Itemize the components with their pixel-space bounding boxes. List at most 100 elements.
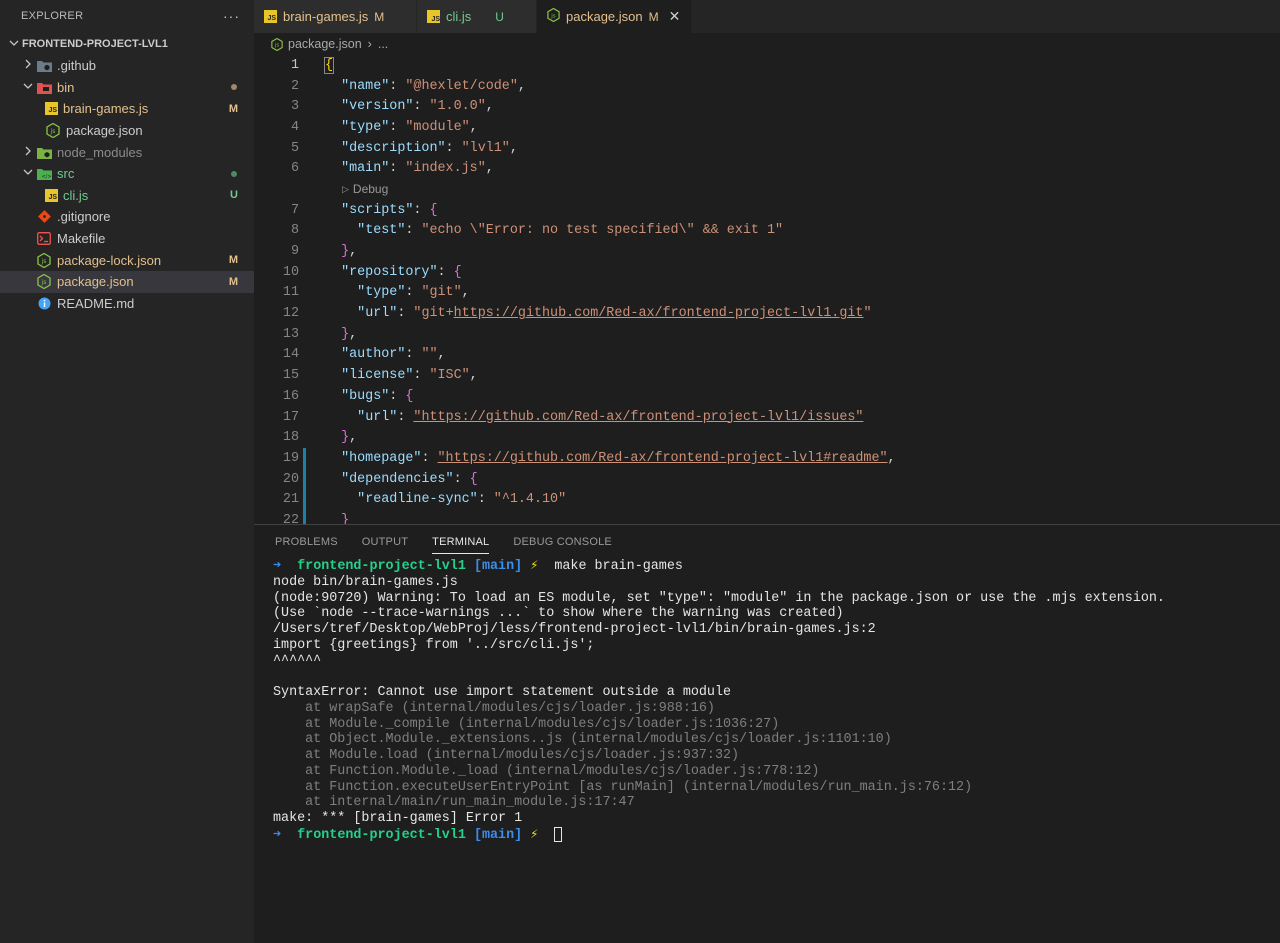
tree-item-package-json[interactable]: js package.json M xyxy=(0,270,254,293)
terminal-output-line: import {greetings} from '../src/cli.js'; xyxy=(273,637,595,653)
json-key: "homepage" xyxy=(341,450,422,466)
stack-trace-line: at wrapSafe (internal/modules/cjs/loader… xyxy=(273,700,715,716)
line-number: 4 xyxy=(290,119,299,135)
breadcrumb-file[interactable]: package.json xyxy=(288,37,362,51)
terminal-prompt-line: ➜ frontend-project-lvl1 [main] ⚡ xyxy=(273,826,1280,843)
modified-dot xyxy=(231,84,237,91)
svg-text:</>: </> xyxy=(41,174,51,180)
code-line: 11 "type": "git", xyxy=(254,283,1280,304)
git-status-badge: M xyxy=(228,254,238,267)
terminal-output-line: /Users/tref/Desktop/WebProj/less/fronten… xyxy=(273,622,876,637)
tab-status: M xyxy=(374,9,385,24)
close-icon[interactable]: ✕ xyxy=(669,8,681,25)
tree-item-label: package.json xyxy=(57,274,134,290)
line-number: 9 xyxy=(290,244,299,260)
json-value: "echo \"Error: no test specified\" && ex… xyxy=(421,223,784,239)
tree-item-label: .github xyxy=(57,58,97,74)
breadcrumb-symbols[interactable]: ... xyxy=(378,37,388,51)
json-key: "url" xyxy=(357,306,398,322)
tab-cli-js[interactable]: JS cli.js U xyxy=(417,0,537,33)
line-number: 1 xyxy=(290,57,299,73)
tab-brain-games-js[interactable]: JS brain-games.js M xyxy=(254,0,417,33)
tree-item-label: Makefile xyxy=(57,231,106,247)
json-key: "author" xyxy=(341,347,406,363)
json-key: "main" xyxy=(341,161,390,177)
code-line: 1 { xyxy=(254,55,1280,76)
tab-terminal[interactable]: TERMINAL xyxy=(432,525,490,559)
chevron-down-icon xyxy=(20,167,36,180)
line-number: 15 xyxy=(282,368,299,384)
tree-item-brain-games-js[interactable]: JS brain-games.js M xyxy=(0,98,254,120)
stack-trace-line: at Object.Module._extensions..js (intern… xyxy=(273,732,892,748)
tree-item-github[interactable]: .github xyxy=(0,55,254,77)
tab-problems[interactable]: PROBLEMS xyxy=(275,525,338,559)
tree-item-label: node_modules xyxy=(57,144,143,160)
terminal-output-line: ^^^^^^ xyxy=(273,653,322,669)
json-key: "scripts" xyxy=(341,202,414,218)
tree-item-src[interactable]: </> src xyxy=(0,163,254,185)
code-line: 14 "author": "", xyxy=(254,345,1280,366)
info-icon xyxy=(36,295,52,311)
line-number: 6 xyxy=(290,161,299,177)
tab-label: cli.js xyxy=(446,9,472,24)
json-value: "1.0.0" xyxy=(429,99,486,115)
bolt-icon: ⚡ xyxy=(530,559,539,574)
url-link[interactable]: "https://github.com/Red-ax/frontend-proj… xyxy=(413,410,863,425)
chevron-right-icon xyxy=(20,146,36,159)
tree-item-bin[interactable]: bin xyxy=(0,77,254,99)
tree-item-makefile[interactable]: Makefile xyxy=(0,228,254,250)
code-line: 4 "type": "module", xyxy=(254,117,1280,138)
svg-text:js: js xyxy=(274,42,279,48)
code-line: 3 "version": "1.0.0", xyxy=(254,96,1280,117)
terminal-output-line: (node:90720) Warning: To load an ES modu… xyxy=(273,590,1165,606)
code-editor[interactable]: 1 { 2 "name": "@hexlet/code", 3 "version… xyxy=(254,55,1280,524)
line-number: 13 xyxy=(282,326,299,342)
nodejs-json-icon: js xyxy=(271,37,283,51)
svg-text:js: js xyxy=(50,128,56,135)
json-value: "" xyxy=(421,347,438,363)
code-line: 9 }, xyxy=(254,241,1280,262)
tree-item-cli-js[interactable]: JS cli.js U xyxy=(0,185,254,207)
tree-item-gitignore[interactable]: .gitignore xyxy=(0,206,254,228)
tree-item-package-lock-json[interactable]: js package-lock.json M xyxy=(0,249,254,271)
line-number: 21 xyxy=(282,492,299,508)
chevron-down-icon xyxy=(6,38,22,51)
more-actions-icon[interactable]: ··· xyxy=(223,8,240,24)
json-key: "dependencies" xyxy=(341,471,454,487)
line-number: 7 xyxy=(290,202,299,218)
tab-package-json[interactable]: js package.json M ✕ xyxy=(537,0,692,33)
code-line: 19 "homepage": "https://github.com/Red-a… xyxy=(254,448,1280,469)
debug-codelens[interactable]: ▷ Debug xyxy=(254,179,1280,200)
json-quote: " xyxy=(863,306,872,322)
line-number: 19 xyxy=(282,450,299,466)
prompt-branch: [main] xyxy=(473,559,523,574)
tab-label: package.json xyxy=(566,9,643,24)
tab-debug-console[interactable]: DEBUG CONSOLE xyxy=(513,525,612,559)
terminal-output-line: (Use `node --trace-warnings ...` to show… xyxy=(273,606,844,622)
breadcrumb: js package.json › ... xyxy=(254,33,1280,55)
url-link[interactable]: https://github.com/Red-ax/frontend-proje… xyxy=(454,306,864,321)
prompt-directory: frontend-project-lvl1 xyxy=(297,559,466,574)
code-line: 15 "license": "ISC", xyxy=(254,365,1280,386)
url-link[interactable]: "https://github.com/Red-ax/frontend-proj… xyxy=(438,451,888,466)
tree-item-label: package-lock.json xyxy=(57,252,162,268)
json-value: "module" xyxy=(405,119,470,135)
tree-item-bin-package-json[interactable]: js package.json xyxy=(0,120,254,142)
chevron-right-icon xyxy=(20,59,36,72)
line-number: 11 xyxy=(282,285,299,301)
tree-item-node-modules[interactable]: node_modules xyxy=(0,141,254,163)
code-line: 2 "name": "@hexlet/code", xyxy=(254,76,1280,97)
tab-output[interactable]: OUTPUT xyxy=(362,525,408,559)
tree-item-label: .gitignore xyxy=(57,209,111,225)
terminal[interactable]: ➜ frontend-project-lvl1 [main] ⚡ make br… xyxy=(254,559,1280,843)
project-root-folder[interactable]: FRONTEND-PROJECT-LVL1 xyxy=(0,33,254,55)
code-line: 6 "main": "index.js", xyxy=(254,158,1280,179)
javascript-file-icon: JS xyxy=(45,102,58,116)
tree-item-readme[interactable]: README.md xyxy=(0,293,254,315)
editor-tabs: JS brain-games.js M JS cli.js U js packa… xyxy=(254,0,1280,33)
javascript-file-icon: JS xyxy=(45,188,58,202)
line-number: 5 xyxy=(290,140,299,156)
terminal-error-line: SyntaxError: Cannot use import statement… xyxy=(273,685,732,700)
folder-node-icon xyxy=(36,144,52,160)
